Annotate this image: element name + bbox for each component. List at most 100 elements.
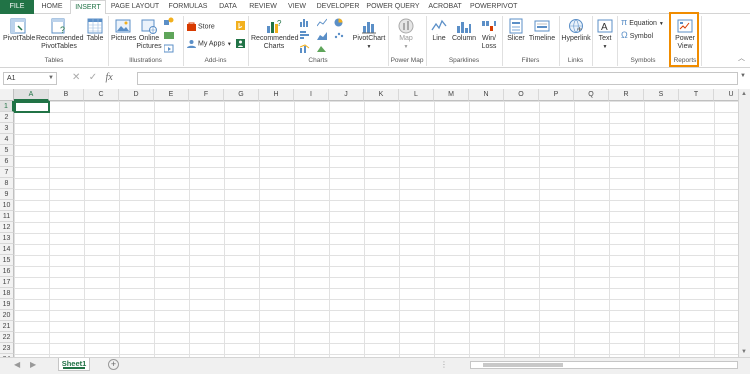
row-header[interactable]: 7: [0, 167, 14, 178]
row-header[interactable]: 22: [0, 332, 14, 343]
column-header[interactable]: T: [679, 89, 714, 101]
sparkline-line-button[interactable]: Line: [429, 18, 449, 43]
cell-area[interactable]: [14, 101, 738, 357]
name-box[interactable]: A1 ▼: [3, 72, 57, 85]
recommended-pivottables-button[interactable]: ? Recommended PivotTables: [36, 18, 83, 51]
pictures-button[interactable]: Pictures: [111, 18, 136, 43]
hyperlink-button[interactable]: Hyperlink: [561, 18, 591, 43]
sparkline-column-button[interactable]: Column: [451, 18, 477, 43]
row-header[interactable]: 20: [0, 310, 14, 321]
scrollbar-thumb[interactable]: [483, 363, 563, 367]
column-header[interactable]: I: [294, 89, 329, 101]
tab-review[interactable]: REVIEW: [248, 0, 278, 14]
tab-view[interactable]: VIEW: [284, 0, 310, 14]
horizontal-scrollbar[interactable]: [470, 361, 738, 369]
cancel-icon[interactable]: ✕: [72, 72, 80, 83]
row-header[interactable]: 17: [0, 277, 14, 288]
vertical-scrollbar[interactable]: ▲ ▼: [738, 89, 750, 357]
formula-input[interactable]: [137, 72, 738, 85]
pie-chart-button[interactable]: [334, 18, 346, 27]
column-header[interactable]: K: [364, 89, 399, 101]
column-header[interactable]: G: [224, 89, 259, 101]
stock-chart-button[interactable]: [317, 44, 329, 53]
shapes-button[interactable]: [164, 17, 176, 26]
store-button[interactable]: Store: [187, 22, 215, 31]
column-header[interactable]: H: [259, 89, 294, 101]
column-header[interactable]: R: [609, 89, 644, 101]
row-header[interactable]: 4: [0, 134, 14, 145]
active-cell-a1[interactable]: [14, 101, 50, 113]
tab-developer[interactable]: DEVELOPER: [316, 0, 360, 14]
online-pictures-button[interactable]: Online Pictures: [136, 18, 162, 51]
row-header[interactable]: 21: [0, 321, 14, 332]
row-header[interactable]: 19: [0, 299, 14, 310]
tab-formulas[interactable]: FORMULAS: [166, 0, 210, 14]
screenshot-button[interactable]: [164, 44, 176, 53]
sheet-nav-next-icon[interactable]: ▶: [30, 360, 36, 369]
equation-button[interactable]: π Equation ▼: [621, 18, 664, 29]
insert-function-icon[interactable]: fx: [105, 72, 112, 83]
row-header[interactable]: 9: [0, 189, 14, 200]
area-chart-button[interactable]: [317, 31, 329, 40]
smartart-button[interactable]: [164, 31, 176, 40]
row-header[interactable]: 12: [0, 222, 14, 233]
pivottable-button[interactable]: PivotTable: [3, 18, 35, 43]
timeline-button[interactable]: Timeline: [528, 18, 556, 43]
column-header[interactable]: F: [189, 89, 224, 101]
column-header[interactable]: A: [14, 89, 49, 101]
chevron-down-icon[interactable]: ▼: [48, 73, 54, 84]
tab-insert[interactable]: INSERT: [70, 0, 106, 15]
tab-acrobat[interactable]: ACROBAT: [426, 0, 464, 14]
tab-data[interactable]: DATA: [214, 0, 242, 14]
scroll-up-icon[interactable]: ▲: [741, 91, 747, 97]
table-button[interactable]: Table: [84, 18, 106, 43]
hierarchy-chart-button[interactable]: [300, 44, 312, 53]
row-header[interactable]: 5: [0, 145, 14, 156]
my-apps-button[interactable]: My Apps ▼: [187, 39, 232, 49]
tab-split-handle-icon[interactable]: ⋮: [440, 360, 448, 369]
pivotchart-button[interactable]: PivotChart ▼: [352, 18, 386, 51]
tab-power-query[interactable]: POWER QUERY: [366, 0, 420, 14]
bing-maps-button[interactable]: [236, 21, 247, 30]
row-header[interactable]: 3: [0, 123, 14, 134]
column-header[interactable]: M: [434, 89, 469, 101]
column-header[interactable]: P: [539, 89, 574, 101]
column-header[interactable]: O: [504, 89, 539, 101]
row-header[interactable]: 15: [0, 255, 14, 266]
column-header[interactable]: S: [644, 89, 679, 101]
row-header[interactable]: 8: [0, 178, 14, 189]
row-header[interactable]: 23: [0, 343, 14, 354]
sheet-nav-prev-icon[interactable]: ◀: [14, 360, 20, 369]
slicer-button[interactable]: Slicer: [505, 18, 527, 43]
tab-file[interactable]: FILE: [0, 0, 34, 14]
row-header[interactable]: 2: [0, 112, 14, 123]
row-header[interactable]: 6: [0, 156, 14, 167]
row-header[interactable]: 1: [0, 101, 14, 112]
symbol-button[interactable]: Ω Symbol: [621, 31, 653, 41]
new-sheet-icon[interactable]: +: [108, 359, 119, 370]
bar-chart-button[interactable]: [300, 31, 312, 40]
column-header[interactable]: J: [329, 89, 364, 101]
column-chart-button[interactable]: [300, 18, 312, 27]
tab-powerpivot[interactable]: POWERPIVOT: [470, 0, 517, 14]
row-header[interactable]: 18: [0, 288, 14, 299]
column-header[interactable]: D: [119, 89, 154, 101]
tab-page-layout[interactable]: PAGE LAYOUT: [110, 0, 160, 14]
column-header[interactable]: B: [49, 89, 84, 101]
scatter-chart-button[interactable]: [334, 31, 346, 40]
people-graph-button[interactable]: [236, 39, 247, 48]
row-header[interactable]: 14: [0, 244, 14, 255]
row-header[interactable]: 16: [0, 266, 14, 277]
enter-icon[interactable]: ✓: [89, 72, 97, 83]
map-button[interactable]: Map ▼: [394, 18, 418, 51]
column-header[interactable]: E: [154, 89, 189, 101]
row-header[interactable]: 10: [0, 200, 14, 211]
line-chart-button[interactable]: [317, 18, 329, 27]
row-header[interactable]: 13: [0, 233, 14, 244]
select-all-corner[interactable]: [0, 89, 14, 101]
column-header[interactable]: C: [84, 89, 119, 101]
column-header[interactable]: L: [399, 89, 434, 101]
scroll-down-icon[interactable]: ▼: [741, 349, 747, 355]
tab-home[interactable]: HOME: [36, 0, 68, 14]
row-header[interactable]: 11: [0, 211, 14, 222]
